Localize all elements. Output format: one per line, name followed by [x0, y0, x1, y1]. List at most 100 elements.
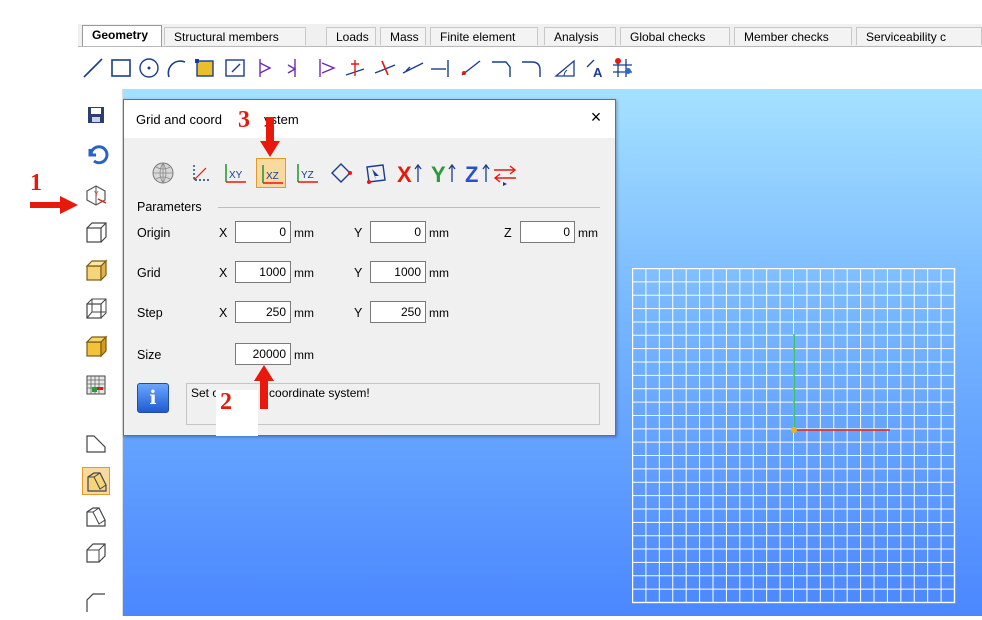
grid-label: Grid: [137, 266, 161, 280]
svg-text:Y: Y: [94, 191, 99, 198]
step-y-unit: mm: [429, 306, 449, 320]
globe-icon[interactable]: [148, 158, 178, 188]
close-icon[interactable]: ×: [587, 108, 605, 126]
line-tool-icon[interactable]: [80, 55, 106, 81]
origin-z-input[interactable]: 0: [520, 221, 575, 243]
parameters-section-label: Parameters: [137, 200, 202, 214]
size-label: Size: [137, 348, 162, 362]
step-y-label: Y: [354, 306, 363, 320]
origin-z-unit: mm: [578, 226, 598, 240]
coordinate-system-icon[interactable]: Y: [82, 181, 110, 209]
svg-text:Z: Z: [465, 162, 478, 187]
hidden-line-cube-icon[interactable]: [82, 295, 110, 323]
view-top-icon[interactable]: [82, 539, 110, 567]
plane-yz-icon[interactable]: YZ: [292, 158, 322, 188]
size-unit: mm: [294, 348, 314, 362]
rotate-icon[interactable]: [326, 158, 356, 188]
size-input[interactable]: 20000: [235, 343, 291, 365]
grid-y-unit: mm: [429, 266, 449, 280]
angle-tool-icon[interactable]: [552, 55, 578, 81]
grid-x-label: X: [219, 266, 228, 280]
grid-x-input[interactable]: 1000: [235, 261, 291, 283]
save-icon[interactable]: [82, 101, 110, 129]
callout-number-2: 2: [220, 389, 232, 415]
tab-analysis[interactable]: Analysis: [544, 27, 616, 45]
view-iso-selected-icon[interactable]: [82, 467, 110, 495]
plane-xy-icon[interactable]: XY: [220, 158, 250, 188]
solid-cube-icon[interactable]: [82, 333, 110, 361]
tab-serviceability[interactable]: Serviceability c: [856, 27, 982, 45]
pick-point-icon[interactable]: [360, 158, 390, 188]
grid-display-icon[interactable]: [82, 371, 110, 399]
circle-tool-icon[interactable]: [136, 55, 162, 81]
svg-text:Y: Y: [431, 162, 446, 187]
plane-xz-icon[interactable]: XZ: [256, 158, 286, 188]
ribbon-tabs: Geometry Structural members Loads Mass F…: [78, 24, 982, 47]
origin-z-label: Z: [504, 226, 512, 240]
numbering-tool-icon[interactable]: [610, 55, 636, 81]
origin-icon[interactable]: [186, 158, 216, 188]
region-tool-icon[interactable]: [192, 55, 218, 81]
origin-marker: [791, 427, 797, 433]
info-icon: i: [137, 383, 169, 413]
callout-arrow-3: [260, 117, 280, 157]
arc-tool-icon[interactable]: [164, 55, 190, 81]
origin-y-input[interactable]: 0: [370, 221, 426, 243]
tab-global-checks[interactable]: Global checks: [620, 27, 730, 45]
view-front-icon[interactable]: [82, 429, 110, 457]
grid-x-unit: mm: [294, 266, 314, 280]
rectangle-tool-icon[interactable]: [108, 55, 134, 81]
corner-tool-icon[interactable]: [488, 55, 514, 81]
callout-number-1: 1: [30, 170, 42, 196]
move-tool-icon[interactable]: [314, 55, 340, 81]
view-other-icon[interactable]: [82, 589, 110, 617]
left-toolbar: Y: [78, 89, 123, 616]
undo-icon[interactable]: [82, 139, 110, 167]
view-side-icon[interactable]: [82, 503, 110, 531]
parameters-divider: [218, 207, 600, 208]
origin-x-label: X: [219, 226, 228, 240]
tab-mass[interactable]: Mass: [380, 27, 426, 45]
tab-member-checks[interactable]: Member checks: [734, 27, 852, 45]
svg-text:X: X: [397, 162, 412, 187]
divide-tool-icon[interactable]: [342, 55, 368, 81]
shaded-cube-icon[interactable]: [82, 257, 110, 285]
intersect-tool-icon[interactable]: [372, 55, 398, 81]
tab-finite-element[interactable]: Finite element: [430, 27, 538, 45]
text-tool-icon[interactable]: A: [582, 55, 608, 81]
swap-icon[interactable]: [490, 158, 520, 188]
tab-structural-members[interactable]: Structural members: [164, 27, 306, 45]
step-x-input[interactable]: 250: [235, 301, 291, 323]
dialog-titlebar: Grid and coord ystem ×: [124, 100, 615, 138]
opening-tool-icon[interactable]: [222, 55, 248, 81]
origin-label: Origin: [137, 226, 171, 240]
origin-y-unit: mm: [429, 226, 449, 240]
geometry-toolbar: A: [78, 47, 982, 89]
tab-geometry[interactable]: Geometry: [82, 25, 162, 46]
origin-x-unit: mm: [294, 226, 314, 240]
x-axis-icon[interactable]: X: [394, 158, 424, 188]
step-x-label: X: [219, 306, 228, 320]
origin-x-input[interactable]: 0: [235, 221, 291, 243]
step-label: Step: [137, 306, 163, 320]
wireframe-cube-icon[interactable]: [82, 219, 110, 247]
tab-loads[interactable]: Loads: [326, 27, 376, 45]
step-y-input[interactable]: 250: [370, 301, 426, 323]
mirror-tool-icon[interactable]: [252, 55, 278, 81]
z-axis-icon[interactable]: Z: [462, 158, 492, 188]
extend-tool-icon[interactable]: [400, 55, 426, 81]
svg-text:A: A: [593, 65, 603, 80]
grid-coordinate-dialog: Grid and coord ystem × XY XZ YZ X Y Z Par…: [123, 99, 616, 436]
y-axis-icon[interactable]: Y: [428, 158, 458, 188]
callout-arrow-1: [30, 196, 78, 214]
point-line-icon[interactable]: [458, 55, 484, 81]
callout-number-3: 3: [238, 107, 250, 133]
svg-text:YZ: YZ: [301, 170, 314, 181]
trim-tool-icon[interactable]: [428, 55, 454, 81]
fillet-tool-icon[interactable]: [518, 55, 544, 81]
step-x-unit: mm: [294, 306, 314, 320]
grid-y-label: Y: [354, 266, 363, 280]
mirror-line-icon[interactable]: [282, 55, 308, 81]
grid-y-input[interactable]: 1000: [370, 261, 426, 283]
svg-text:XZ: XZ: [266, 171, 279, 182]
